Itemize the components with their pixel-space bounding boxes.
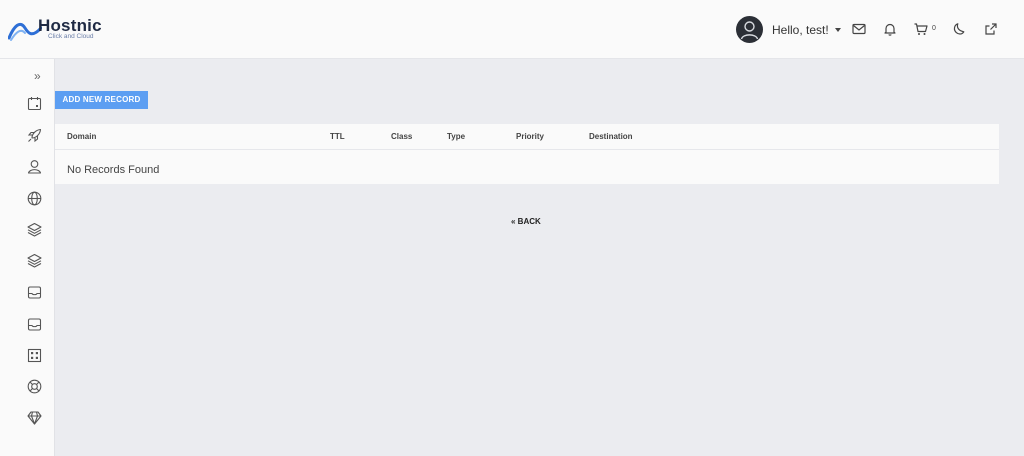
brand-tagline: Click and Cloud bbox=[48, 33, 94, 40]
bell-icon[interactable] bbox=[882, 21, 898, 37]
top-bar: Hostnic Click and Cloud Hello, test! 0 bbox=[0, 0, 1024, 59]
globe-icon[interactable] bbox=[26, 190, 43, 207]
user-greeting[interactable]: Hello, test! bbox=[772, 23, 829, 37]
external-link-icon[interactable] bbox=[983, 21, 999, 37]
diamond-icon[interactable] bbox=[26, 409, 43, 426]
user-avatar-icon bbox=[740, 21, 759, 40]
inbox-icon[interactable] bbox=[26, 284, 43, 301]
cart-count-badge: 0 bbox=[932, 25, 936, 32]
inbox-icon[interactable] bbox=[26, 316, 43, 333]
layers-icon[interactable] bbox=[26, 221, 43, 238]
sidebar: » bbox=[0, 59, 55, 456]
user-icon[interactable] bbox=[26, 158, 43, 175]
calendar-icon[interactable] bbox=[26, 95, 43, 112]
column-header-ttl[interactable]: TTL bbox=[330, 132, 345, 141]
user-menu[interactable]: Hello, test! bbox=[736, 16, 841, 43]
back-link[interactable]: « BACK bbox=[511, 217, 541, 226]
column-header-type[interactable]: Type bbox=[447, 132, 465, 141]
add-new-record-button[interactable]: ADD NEW RECORD bbox=[55, 91, 148, 109]
lifebuoy-icon[interactable] bbox=[26, 378, 43, 395]
moon-icon[interactable] bbox=[951, 21, 967, 37]
grid-icon[interactable] bbox=[26, 347, 43, 364]
column-header-destination[interactable]: Destination bbox=[589, 132, 633, 141]
table-header: Domain TTL Class Type Priority Destinati… bbox=[55, 124, 999, 150]
rocket-icon[interactable] bbox=[26, 127, 43, 144]
column-header-priority[interactable]: Priority bbox=[516, 132, 544, 141]
layers-icon[interactable] bbox=[26, 252, 43, 269]
logo[interactable]: Hostnic Click and Cloud bbox=[8, 14, 118, 46]
logo-wave-icon bbox=[8, 22, 42, 41]
chevron-down-icon[interactable] bbox=[834, 27, 841, 32]
empty-state-message: No Records Found bbox=[67, 164, 160, 176]
column-header-class[interactable]: Class bbox=[391, 132, 412, 141]
avatar[interactable] bbox=[736, 16, 763, 43]
column-header-domain[interactable]: Domain bbox=[67, 132, 96, 141]
sidebar-toggle-icon[interactable]: » bbox=[34, 69, 41, 83]
mail-icon[interactable] bbox=[851, 21, 867, 37]
dns-records-table: Domain TTL Class Type Priority Destinati… bbox=[55, 124, 999, 184]
cart-icon[interactable] bbox=[913, 21, 929, 37]
